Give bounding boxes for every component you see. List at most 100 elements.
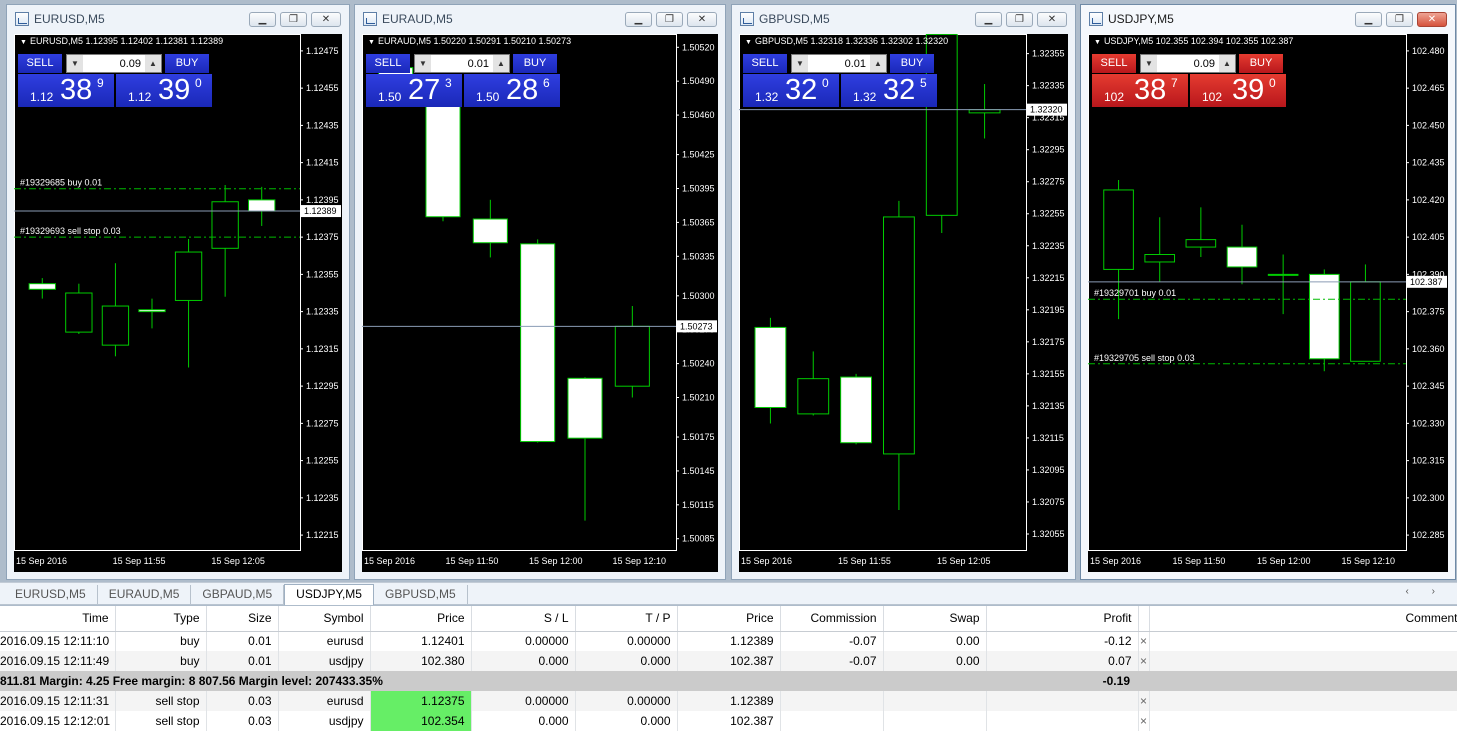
column-header[interactable]: Swap [883,606,987,632]
chart-window-gbpusd[interactable]: GBPUSD,M5 ▁ ❐ ✕ 1.32355 1.32335 1.32315 1.32295… [731,4,1076,580]
column-header[interactable]: T / P [575,606,678,632]
maximize-button[interactable]: ❐ [280,12,307,27]
price-scale-label: 1.50460 [682,110,715,120]
tab-gbpaud-m5[interactable]: GBPAUD,M5 [191,585,285,604]
lot-increase-icon[interactable]: ▲ [870,55,886,72]
maximize-button[interactable]: ❐ [1386,12,1413,27]
table-cell: 1.12401 [370,631,472,651]
lot-size-stepper[interactable]: ▼▲ [414,54,510,73]
column-header[interactable]: Time [0,606,116,632]
lot-decrease-icon[interactable]: ▼ [1141,55,1157,72]
column-header[interactable]: Size [206,606,279,632]
minimize-button[interactable]: ▁ [625,12,652,27]
price-scale-label: 102.465 [1412,83,1445,93]
collapse-triangle-icon[interactable]: ▼ [1094,39,1101,46]
buy-price-quote[interactable]: 1.32 32 5 [841,74,937,107]
lot-increase-icon[interactable]: ▲ [1219,55,1235,72]
collapse-triangle-icon[interactable]: ▼ [20,39,27,46]
minimize-button[interactable]: ▁ [249,12,276,27]
sell-button[interactable]: SELL [366,54,410,73]
pending-order-row[interactable]: 2016.09.15 12:11:31 sell stop 0.03 eurusd 1.… [0,691,1457,711]
price-scale-label: 1.12255 [306,456,339,466]
lot-increase-icon[interactable]: ▲ [145,55,161,72]
buy-price-quote[interactable]: 1.12 39 0 [116,74,212,107]
minimize-button[interactable]: ▁ [975,12,1002,27]
buy-price-quote[interactable]: 102 39 0 [1190,74,1286,107]
price-scale-label: 1.32175 [1032,337,1065,347]
table-cell [986,711,1139,731]
price-chart[interactable]: 102.480 102.465 102.450 102.435 102.420 102.4… [1088,34,1448,572]
sell-price-quote[interactable]: 102 38 7 [1092,74,1188,107]
table-cell [780,691,884,711]
close-button[interactable]: ✕ [311,12,341,27]
quote-big-digits: 28 [506,74,539,106]
buy-button[interactable]: BUY [890,54,934,73]
tab-gbpusd-m5[interactable]: GBPUSD,M5 [373,585,468,604]
price-chart[interactable]: 1.32355 1.32335 1.32315 1.32295 1.32275 1.322… [739,34,1068,572]
table-cell: -0.07 [780,651,884,671]
delete-order-icon[interactable]: × [1138,711,1150,731]
lot-size-input[interactable] [1157,55,1219,72]
position-row[interactable]: 2016.09.15 12:11:49 buy 0.01 usdjpy 102.380 0… [0,651,1457,671]
buy-price-quote[interactable]: 1.50 28 6 [464,74,560,107]
lot-size-stepper[interactable]: ▼▲ [791,54,887,73]
price-chart[interactable]: 1.50520 1.50490 1.50460 1.50425 1.50395 1.503… [362,34,718,572]
chart-window-euraud[interactable]: EURAUD,M5 ▁ ❐ ✕ 1.50520 1.50490 1.50460 1.50425… [354,4,726,580]
table-cell: 0.00000 [471,631,576,651]
sell-price-quote[interactable]: 1.50 27 3 [366,74,462,107]
maximize-button[interactable]: ❐ [1006,12,1033,27]
sell-price-quote[interactable]: 1.12 38 9 [18,74,114,107]
close-position-icon[interactable]: × [1138,631,1150,651]
sell-price-quote[interactable]: 1.32 32 0 [743,74,839,107]
lot-increase-icon[interactable]: ▲ [493,55,509,72]
buy-button[interactable]: BUY [1239,54,1283,73]
collapse-triangle-icon[interactable]: ▼ [368,39,375,46]
close-button[interactable]: ✕ [687,12,717,27]
tab-scroll-arrows-icon[interactable]: ‹ › [1406,586,1445,597]
lot-size-input[interactable] [808,55,870,72]
lot-decrease-icon[interactable]: ▼ [67,55,83,72]
column-header[interactable]: Commission [780,606,884,632]
order-label: #19329705 sell stop 0.03 [1094,353,1195,363]
lot-decrease-icon[interactable]: ▼ [415,55,431,72]
maximize-button[interactable]: ❐ [656,12,683,27]
column-header[interactable]: Symbol [278,606,371,632]
sell-button[interactable]: SELL [18,54,62,73]
column-header[interactable]: Comment [1149,606,1457,632]
tab-euraud-m5[interactable]: EURAUD,M5 [97,585,192,604]
tab-eurusd-m5[interactable]: EURUSD,M5 [4,585,98,604]
position-row[interactable]: 2016.09.15 12:11:10 buy 0.01 eurusd 1.12401 0… [0,631,1457,651]
table-cell: 0.00 [883,651,987,671]
buy-button[interactable]: BUY [513,54,557,73]
column-header[interactable] [1138,606,1150,632]
price-scale-label: 102.360 [1412,344,1445,354]
sell-button[interactable]: SELL [1092,54,1136,73]
price-scale-label: 1.12415 [306,158,339,168]
lot-size-stepper[interactable]: ▼▲ [66,54,162,73]
minimize-button[interactable]: ▁ [1355,12,1382,27]
chart-window-usdjpy[interactable]: USDJPY,M5 ▁ ❐ ✕ 102.480 102.465 102.450 102.435… [1080,4,1456,580]
order-label: #19329701 buy 0.01 [1094,288,1176,298]
lot-size-stepper[interactable]: ▼▲ [1140,54,1236,73]
delete-order-icon[interactable]: × [1138,691,1150,711]
pending-order-row[interactable]: 2016.09.15 12:12:01 sell stop 0.03 usdjpy 10… [0,711,1457,731]
candle-body [754,326,787,408]
close-button[interactable]: ✕ [1037,12,1067,27]
column-header[interactable]: Price [370,606,472,632]
table-cell: 0.00000 [575,631,678,651]
close-button[interactable]: ✕ [1417,12,1447,27]
column-header[interactable]: Price [677,606,781,632]
chart-window-eurusd[interactable]: EURUSD,M5 ▁ ❐ ✕ 1.12475 1.12455 1.12435 1.12415… [6,4,350,580]
lot-size-input[interactable] [83,55,145,72]
buy-button[interactable]: BUY [165,54,209,73]
price-chart[interactable]: 1.12475 1.12455 1.12435 1.12415 1.12395 1.123… [14,34,342,572]
tab-usdjpy-m5[interactable]: USDJPY,M5 [284,584,374,605]
close-position-icon[interactable]: × [1138,651,1150,671]
column-header[interactable]: Profit [986,606,1139,632]
lot-decrease-icon[interactable]: ▼ [792,55,808,72]
sell-button[interactable]: SELL [743,54,787,73]
collapse-triangle-icon[interactable]: ▼ [745,39,752,46]
column-header[interactable]: S / L [471,606,576,632]
column-header[interactable]: Type [115,606,207,632]
lot-size-input[interactable] [431,55,493,72]
